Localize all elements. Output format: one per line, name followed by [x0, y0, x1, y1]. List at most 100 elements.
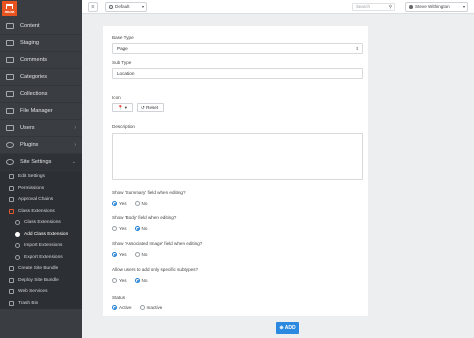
sidebar-subitem-deploy-site-bundle[interactable]: Deploy Site Bundle: [0, 274, 82, 286]
sidebar-subitem-label: Trash Bin: [18, 300, 39, 306]
select-arrows-icon: ⇕: [355, 46, 359, 51]
sidebar-subitem-edit-settings[interactable]: Edit Settings: [0, 171, 82, 183]
deploy-icon: [9, 277, 14, 283]
chevron-right-icon: ›: [74, 125, 76, 131]
body-yes-option[interactable]: Yes: [112, 226, 127, 231]
sidebar-subitem-label: Deploy Site Bundle: [18, 277, 59, 283]
option-label: Active: [119, 305, 132, 310]
menu-toggle-button[interactable]: ≡: [88, 2, 98, 12]
radio-unchecked-icon: [139, 305, 145, 310]
radio-unchecked-icon: [112, 226, 117, 231]
radio-unchecked-icon: [134, 252, 140, 257]
subtypes-radio-group: Yes No: [112, 278, 155, 283]
sidebar-subitem-web-services[interactable]: Web Services: [0, 286, 82, 298]
circle-icon: [15, 254, 20, 260]
sidebar-item-label: Staging: [20, 40, 39, 46]
option-label: Yes: [119, 226, 127, 231]
image-question: Show 'Associated Image' field when editi…: [112, 241, 203, 246]
search-icon: ⚲: [388, 4, 392, 9]
radio-checked-icon: [112, 252, 117, 257]
sidebar-item-file-manager[interactable]: File Manager: [0, 103, 82, 120]
sidebar-item-site-settings[interactable]: Site Settings ⌄: [0, 154, 82, 171]
summary-no-option[interactable]: No: [134, 201, 148, 206]
summary-radio-group: Yes No: [112, 201, 155, 206]
chevron-right-icon: ›: [74, 142, 76, 148]
sidebar-subitem-approval-chains[interactable]: Approval Chains: [0, 194, 82, 206]
wrench-icon: [9, 208, 14, 214]
sidebar-subitem-class-extensions-group[interactable]: Class Extensions: [0, 205, 82, 217]
sidebar-item-label: Plugins: [20, 142, 39, 148]
description-textarea[interactable]: [112, 133, 363, 180]
option-label: Inactive: [146, 305, 163, 310]
base-type-value: Page: [117, 46, 128, 51]
status-label: Status: [112, 295, 126, 300]
icon-picker-button[interactable]: 📍 ▾: [112, 103, 133, 112]
sidebar: mura Content Staging Comments Categories…: [0, 0, 82, 338]
sidebar-subitem-trash-bin[interactable]: Trash Bin: [0, 297, 82, 309]
sidebar-item-comments[interactable]: Comments: [0, 52, 82, 69]
top-bar: ≡ Default ▾ Search ⚲ Steve Withington ▾: [82, 0, 474, 14]
subtypes-question: Allow users to add only specific subtype…: [112, 267, 199, 272]
caret-down-icon: ▾: [141, 4, 144, 9]
circle-icon: [15, 243, 20, 249]
sidebar-item-content[interactable]: Content: [0, 18, 82, 35]
site-selector-value: Default: [115, 4, 130, 9]
user-name: Steve Withington: [415, 4, 450, 9]
sidebar-subitem-export-extensions[interactable]: Export Extensions: [0, 251, 82, 263]
sidebar-item-categories[interactable]: Categories: [0, 69, 82, 86]
site-selector[interactable]: Default ▾: [105, 2, 147, 12]
sidebar-item-collections[interactable]: Collections: [0, 86, 82, 103]
sub-type-label: Sub Type: [112, 60, 132, 65]
radio-unchecked-icon: [134, 201, 140, 206]
radio-unchecked-icon: [112, 278, 117, 283]
file-manager-icon: [6, 108, 14, 114]
sub-type-value: Location: [117, 71, 135, 76]
content-icon: [6, 23, 14, 29]
sidebar-subitem-label: Class Extensions: [24, 220, 61, 226]
search-placeholder: Search: [356, 4, 370, 9]
edit-icon: [9, 174, 14, 180]
summary-yes-option[interactable]: Yes: [112, 201, 127, 206]
staging-icon: [6, 40, 14, 46]
image-no-option[interactable]: No: [134, 252, 147, 257]
sidebar-item-users[interactable]: Users ›: [0, 120, 82, 137]
option-label: No: [141, 278, 148, 283]
plugins-icon: [6, 142, 14, 148]
option-label: No: [141, 226, 148, 231]
sidebar-subitem-label: Import Extensions: [24, 243, 63, 249]
categories-icon: [6, 74, 14, 80]
sidebar-item-label: Collections: [20, 91, 48, 97]
sidebar-subitem-create-site-bundle[interactable]: Create Site Bundle: [0, 263, 82, 275]
sidebar-subitem-import-extensions[interactable]: Import Extensions: [0, 240, 82, 252]
description-label: Description: [112, 124, 135, 129]
sidebar-item-label: Comments: [20, 57, 48, 63]
status-active-option[interactable]: Active: [112, 305, 132, 310]
summary-question: Show 'Summary' field when editing?: [112, 190, 186, 195]
sidebar-subitem-label: Add Class Extension: [24, 231, 69, 237]
permissions-icon: [9, 185, 14, 191]
reset-icon-button[interactable]: ↺ Reset: [137, 103, 164, 112]
sidebar-subitem-label: Create Site Bundle: [18, 266, 59, 272]
sidebar-subitem-add-class-extension[interactable]: Add Class Extension: [0, 228, 82, 240]
body-no-option[interactable]: No: [134, 226, 148, 231]
sub-type-input[interactable]: Location: [112, 68, 363, 79]
radio-checked-icon: [112, 201, 117, 206]
subtypes-no-option[interactable]: No: [134, 278, 148, 283]
sidebar-subitem-permissions[interactable]: Permissions: [0, 182, 82, 194]
mura-logo[interactable]: mura: [2, 1, 17, 16]
sidebar-subitem-class-extensions[interactable]: Class Extensions: [0, 217, 82, 229]
option-label: No: [141, 201, 148, 206]
bundle-icon: [9, 266, 14, 272]
status-inactive-option[interactable]: Inactive: [139, 305, 163, 310]
add-button[interactable]: ⊕ ADD: [276, 322, 299, 334]
search-input[interactable]: Search ⚲: [352, 3, 395, 11]
sidebar-item-plugins[interactable]: Plugins ›: [0, 137, 82, 154]
user-menu-button[interactable]: Steve Withington ▾: [405, 2, 468, 12]
subtypes-yes-option[interactable]: Yes: [112, 278, 127, 283]
sidebar-item-label: Site Settings: [20, 159, 52, 165]
sidebar-item-staging[interactable]: Staging: [0, 35, 82, 52]
body-question: Show 'Body' field when editing?: [112, 215, 177, 220]
sidebar-subitem-label: Web Services: [18, 289, 48, 295]
base-type-select[interactable]: Page ⇕: [112, 43, 363, 54]
image-yes-option[interactable]: Yes: [112, 252, 127, 257]
